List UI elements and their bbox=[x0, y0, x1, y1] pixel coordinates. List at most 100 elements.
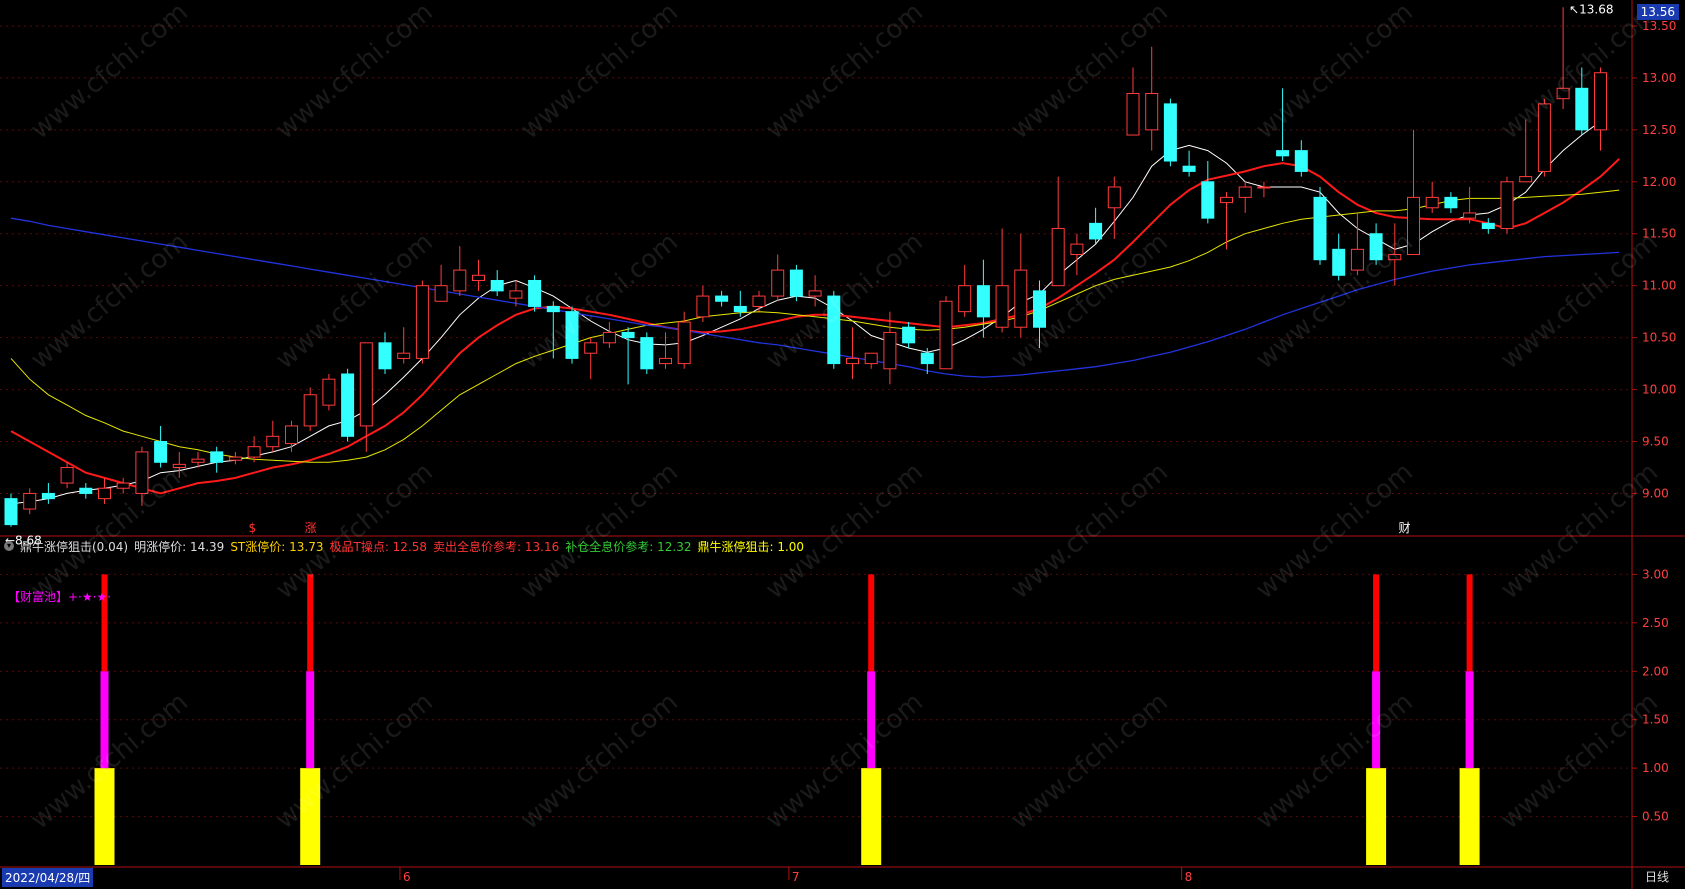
candle-body bbox=[733, 305, 747, 313]
y-tick-label: 9.50 bbox=[1642, 435, 1669, 449]
stock-chart[interactable]: 13.5013.0012.5012.0011.5011.0010.5010.00… bbox=[0, 0, 1685, 889]
month-label: 6 bbox=[403, 870, 411, 884]
watermark-text: www.cfchi.com bbox=[760, 0, 929, 145]
candle-body bbox=[341, 373, 355, 437]
candle-body bbox=[883, 331, 897, 370]
candle-body bbox=[303, 394, 317, 427]
candle-body bbox=[1594, 72, 1607, 131]
sub-y-tick-label: 2.00 bbox=[1642, 664, 1669, 678]
candle-body bbox=[1126, 92, 1140, 136]
candle-body bbox=[1463, 212, 1477, 219]
signal-bar-yellow bbox=[1459, 768, 1480, 865]
candle-body bbox=[1107, 186, 1121, 209]
candle-body bbox=[1294, 150, 1308, 172]
candle-body bbox=[434, 285, 448, 302]
candle-body bbox=[1575, 87, 1589, 131]
collapse-icon[interactable]: ▾ bbox=[4, 541, 14, 551]
candle-body bbox=[1051, 228, 1065, 287]
max-price-annotation: ↖13.68 bbox=[1569, 2, 1613, 16]
candle-body bbox=[1145, 92, 1159, 131]
candle-body bbox=[41, 492, 55, 500]
current-date-label[interactable]: 2022/04/28/四 bbox=[2, 868, 94, 887]
watermark-text: www.cfchi.com bbox=[515, 0, 684, 145]
candle-body bbox=[490, 279, 504, 292]
candle-body bbox=[1089, 222, 1103, 240]
candle-body bbox=[640, 337, 654, 370]
candle-body bbox=[1014, 269, 1028, 328]
candle-body bbox=[528, 279, 542, 307]
signal-marker: $ bbox=[248, 521, 256, 535]
candle-body bbox=[247, 446, 261, 458]
candle-body bbox=[584, 342, 598, 354]
candle-body bbox=[808, 290, 822, 297]
candle-body bbox=[453, 269, 467, 292]
indicator-field-4: 卖出全息价参考: 13.16 bbox=[433, 539, 560, 554]
watermark-text: www.cfchi.com bbox=[25, 0, 194, 145]
candle-body bbox=[621, 331, 635, 339]
candle-body bbox=[1276, 150, 1290, 157]
y-tick-label: 11.00 bbox=[1642, 279, 1676, 293]
candle-body bbox=[191, 458, 205, 463]
candle-body bbox=[864, 352, 878, 365]
candle-body bbox=[976, 285, 990, 318]
indicator-field-1: 明涨停价: 14.39 bbox=[134, 539, 225, 554]
watermark-text: www.cfchi.com bbox=[270, 687, 439, 835]
candle-body bbox=[1220, 196, 1233, 204]
candle-body bbox=[602, 331, 616, 344]
candle-body bbox=[228, 456, 242, 461]
month-label: 7 bbox=[792, 870, 800, 884]
indicator-field-5: 补仓全息价参考: 12.32 bbox=[565, 539, 692, 554]
candle-body bbox=[1425, 196, 1439, 209]
candle-body bbox=[546, 305, 560, 313]
indicator-info-bar: ▾ 鼎牛涨停狙击(0.04) 明涨停价: 14.39 ST涨停价: 13.73 … bbox=[4, 537, 804, 555]
y-tick-label: 10.00 bbox=[1642, 383, 1676, 397]
wealth-pool-label: 【财富池】+·★·★· bbox=[8, 590, 112, 604]
candle-body bbox=[154, 441, 168, 463]
candle-body bbox=[771, 269, 785, 297]
signal-bar-yellow bbox=[1366, 768, 1387, 865]
sub-y-tick-label: 0.50 bbox=[1642, 810, 1669, 824]
indicator-field-6: 鼎牛涨停狙击: 1.00 bbox=[697, 539, 805, 554]
candle-body bbox=[1332, 248, 1346, 276]
indicator-name[interactable]: 鼎牛涨停狙击(0.04) bbox=[20, 538, 128, 555]
watermark-text: www.cfchi.com bbox=[1250, 687, 1419, 835]
candle-body bbox=[1201, 181, 1215, 219]
signal-bar-magenta bbox=[1465, 671, 1474, 769]
candle-body bbox=[98, 487, 111, 500]
y-tick-label: 13.00 bbox=[1642, 71, 1676, 85]
watermark-text: www.cfchi.com bbox=[760, 227, 929, 375]
signal-marker: 财 bbox=[1399, 521, 1411, 535]
watermark-text: www.cfchi.com bbox=[760, 687, 929, 835]
y-tick-label: 12.00 bbox=[1642, 175, 1676, 189]
signal-bar-yellow bbox=[861, 768, 882, 865]
watermark-text: www.cfchi.com bbox=[270, 457, 439, 605]
signal-bar-red bbox=[868, 574, 875, 672]
y-tick-label: 10.50 bbox=[1642, 331, 1676, 345]
candle-body bbox=[1163, 103, 1177, 162]
watermark-text: www.cfchi.com bbox=[1005, 687, 1174, 835]
watermark-text: www.cfchi.com bbox=[270, 227, 439, 375]
candle-body bbox=[359, 342, 373, 427]
candle-body bbox=[397, 352, 411, 359]
sub-y-tick-label: 3.00 bbox=[1642, 567, 1669, 581]
candle-body bbox=[920, 352, 934, 365]
watermark-text: www.cfchi.com bbox=[1495, 457, 1664, 605]
period-tab-daily[interactable]: 日线 bbox=[1645, 868, 1669, 885]
candle-body bbox=[23, 492, 37, 510]
watermark-text: www.cfchi.com bbox=[1495, 227, 1664, 375]
month-label: 8 bbox=[1185, 870, 1193, 884]
watermark-text: www.cfchi.com bbox=[515, 457, 684, 605]
sub-y-tick-label: 1.00 bbox=[1642, 761, 1669, 775]
candle-body bbox=[789, 269, 803, 297]
candle-body bbox=[846, 357, 859, 365]
candle-body bbox=[266, 435, 280, 448]
candle-body bbox=[1500, 181, 1514, 230]
candle-body bbox=[1444, 196, 1458, 209]
signal-bar-red bbox=[1373, 574, 1380, 672]
candle-body bbox=[79, 487, 93, 494]
candle-body bbox=[509, 290, 523, 299]
indicator-field-3: 极品T操点: 12.58 bbox=[329, 539, 428, 554]
y-tick-label: 12.50 bbox=[1642, 123, 1676, 137]
indicator-field-2: ST涨停价: 13.73 bbox=[230, 539, 324, 554]
candle-body bbox=[659, 357, 672, 365]
